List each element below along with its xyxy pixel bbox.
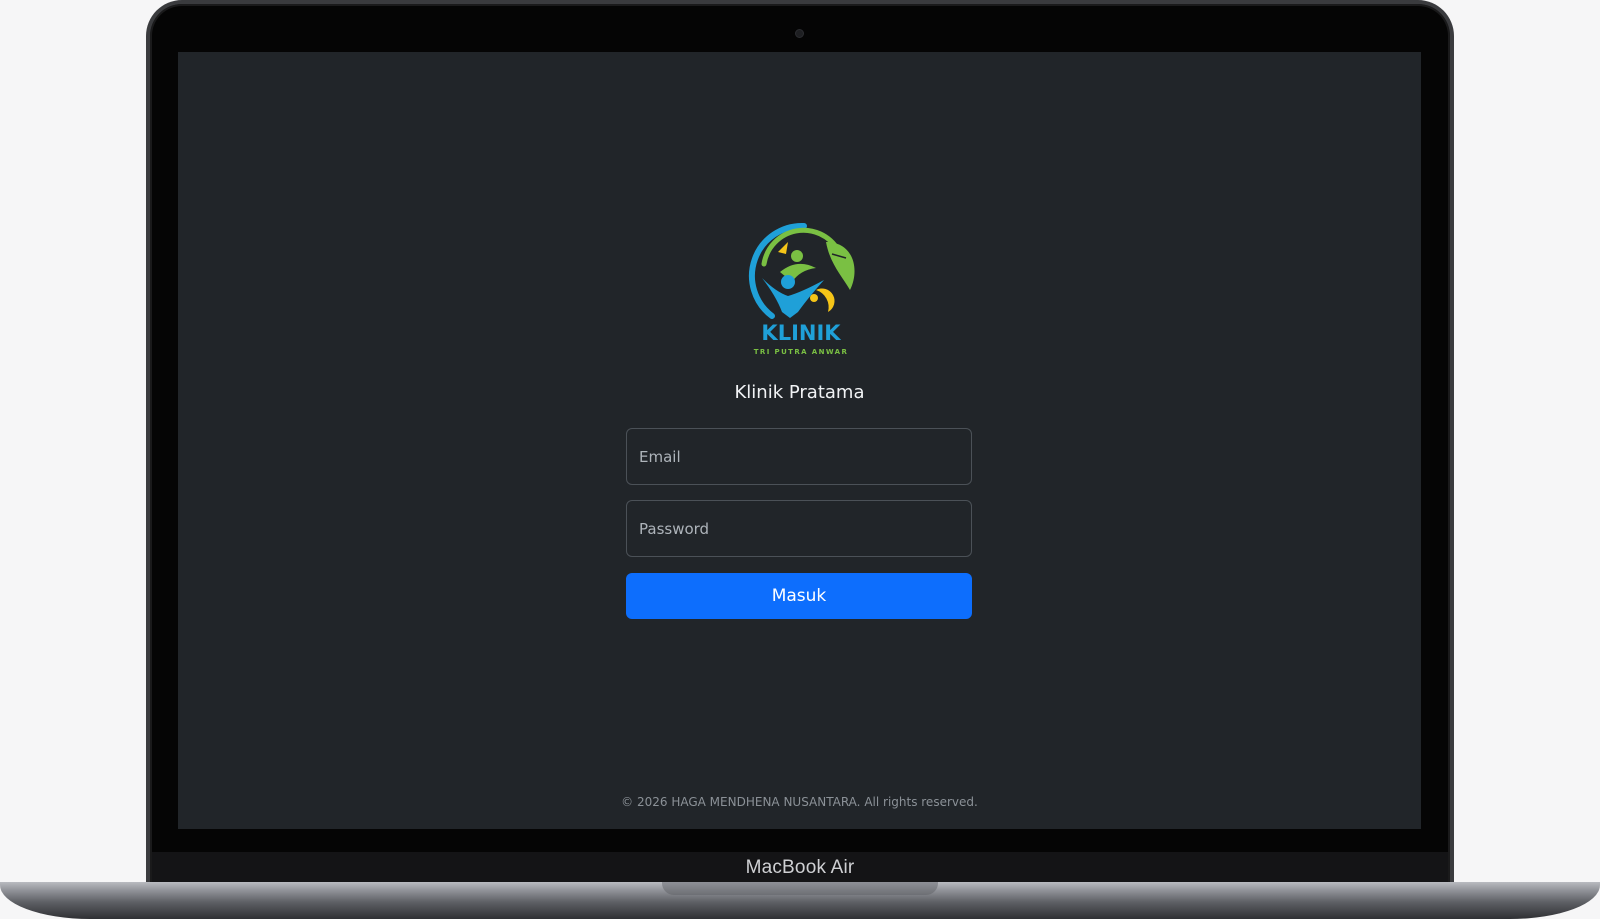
- logo-tagline: TRI PUTRA ANWAR: [754, 348, 849, 356]
- password-input[interactable]: [626, 500, 972, 557]
- laptop-hinge-notch: [662, 882, 938, 895]
- login-button[interactable]: Masuk: [626, 573, 972, 619]
- webcam-icon: [795, 29, 804, 38]
- email-input[interactable]: [626, 428, 972, 485]
- copyright-footer: © 2026 HAGA MENDHENA NUSANTARA. All righ…: [621, 795, 978, 809]
- device-label: MacBook Air: [745, 857, 855, 878]
- login-screen: KLINIK TRI PUTRA ANWAR Klinik Pratama Ma…: [178, 52, 1421, 829]
- laptop-mockup: KLINIK TRI PUTRA ANWAR Klinik Pratama Ma…: [0, 0, 1600, 919]
- app-title: Klinik Pratama: [734, 382, 865, 403]
- logo-wordmark: KLINIK: [761, 321, 841, 345]
- clinic-logo: KLINIK TRI PUTRA ANWAR: [748, 222, 855, 356]
